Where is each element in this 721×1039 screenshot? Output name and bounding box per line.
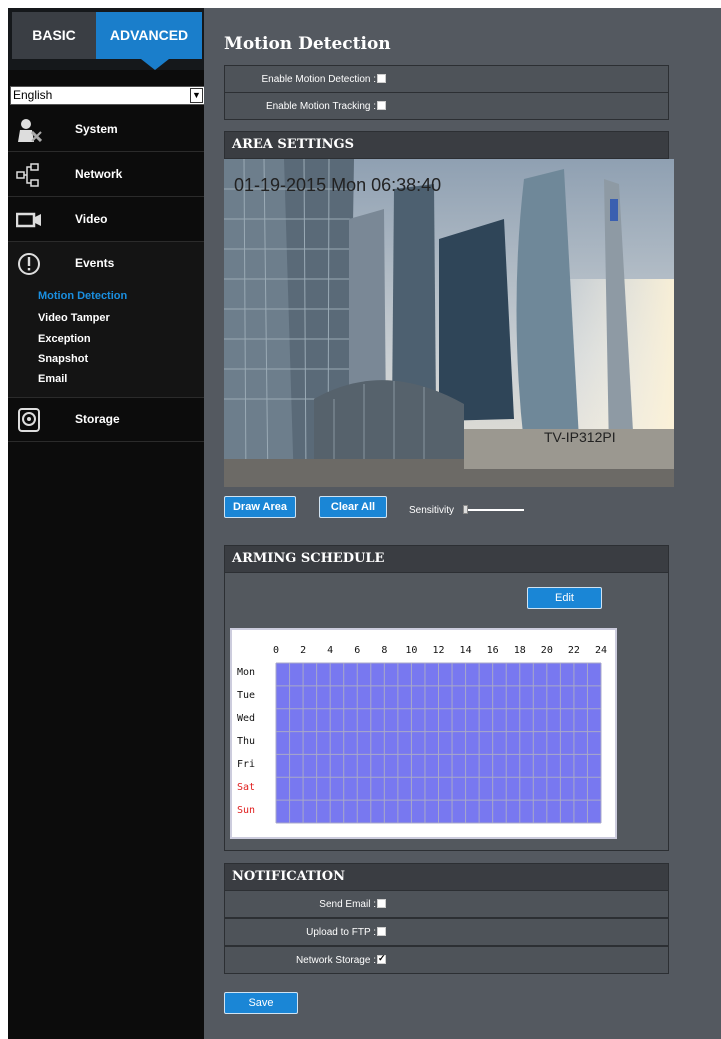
draw-area-button[interactable]: Draw Area <box>224 496 296 518</box>
sensitivity-slider-track[interactable] <box>464 509 524 511</box>
language-value: English <box>13 88 53 102</box>
storage-icon <box>18 408 40 432</box>
sidebar-item-label: Video <box>75 212 108 226</box>
notification-header: NOTIFICATION <box>224 863 669 891</box>
subnav-motion-detection[interactable]: Motion Detection <box>38 290 127 302</box>
network-icon <box>16 163 39 187</box>
subnav-snapshot[interactable]: Snapshot <box>38 353 88 365</box>
send-email-checkbox[interactable] <box>377 899 386 908</box>
area-settings-header: AREA SETTINGS <box>224 131 669 159</box>
chevron-down-icon[interactable]: ▼ <box>190 88 203 103</box>
main-panel: Motion Detection Enable Motion Detection… <box>204 8 721 1039</box>
edit-schedule-button[interactable]: Edit <box>527 587 602 609</box>
events-icon <box>18 253 40 275</box>
enable-motion-detection-label: Enable Motion Detection : <box>261 74 376 85</box>
clear-all-button[interactable]: Clear All <box>319 496 387 518</box>
system-icon <box>18 119 42 142</box>
schedule-grid-cells[interactable] <box>232 630 615 837</box>
sidebar-item-video[interactable]: Video <box>8 198 204 242</box>
language-select[interactable]: English ▼ <box>10 86 205 105</box>
camera-preview[interactable]: 01-19-2015 Mon 06:38:40 TV-IP312PI <box>224 159 674 487</box>
sidebar: BASIC ADVANCED English ▼ System Network <box>8 8 212 1039</box>
network-storage-row: Network Storage : <box>224 946 669 974</box>
send-email-label: Send Email : <box>319 899 376 910</box>
enable-motion-tracking-row: Enable Motion Tracking : <box>224 92 669 120</box>
subnav-exception[interactable]: Exception <box>38 333 91 345</box>
video-icon <box>16 212 41 228</box>
enable-motion-tracking-label: Enable Motion Tracking : <box>265 101 376 112</box>
video-timestamp: 01-19-2015 Mon 06:38:40 <box>234 175 442 195</box>
send-email-row: Send Email : <box>224 890 669 918</box>
active-tab-pointer <box>141 59 169 70</box>
arming-schedule-header: ARMING SCHEDULE <box>224 545 669 573</box>
sensitivity-slider-thumb[interactable] <box>463 505 468 514</box>
upload-ftp-checkbox[interactable] <box>377 927 386 936</box>
sidebar-item-system[interactable]: System <box>8 108 204 152</box>
subnav-email[interactable]: Email <box>38 373 67 385</box>
subnav-video-tamper[interactable]: Video Tamper <box>38 312 110 324</box>
network-storage-label: Network Storage : <box>295 955 376 966</box>
sidebar-item-network[interactable]: Network <box>8 153 204 197</box>
mode-tabs: BASIC ADVANCED <box>8 8 204 70</box>
upload-ftp-label: Upload to FTP : <box>306 927 376 938</box>
network-storage-checkbox[interactable] <box>377 953 386 964</box>
enable-motion-detection-checkbox[interactable] <box>377 74 386 83</box>
enable-motion-detection-row: Enable Motion Detection : <box>224 65 669 93</box>
video-camera-name: TV-IP312PI <box>544 429 616 445</box>
save-button[interactable]: Save <box>224 992 298 1014</box>
tab-basic[interactable]: BASIC <box>12 12 96 59</box>
sidebar-item-label: System <box>75 122 118 136</box>
tab-advanced[interactable]: ADVANCED <box>96 12 202 59</box>
sidebar-item-label: Events <box>75 256 115 270</box>
sensitivity-label: Sensitivity <box>409 505 455 516</box>
sidebar-item-label: Storage <box>75 412 120 426</box>
sidebar-item-events[interactable]: Events Motion Detection Video Tamper Exc… <box>8 242 212 398</box>
upload-ftp-row: Upload to FTP : <box>224 918 669 946</box>
page-title: Motion Detection <box>224 34 391 54</box>
enable-motion-tracking-checkbox[interactable] <box>377 101 386 110</box>
sidebar-item-label: Network <box>75 167 123 181</box>
schedule-grid[interactable]: 0 2 4 6 8 10 12 14 16 18 20 22 24 Mon Tue Wed Thu Fri Sat… <box>230 628 617 839</box>
sidebar-item-storage[interactable]: Storage <box>8 398 204 442</box>
